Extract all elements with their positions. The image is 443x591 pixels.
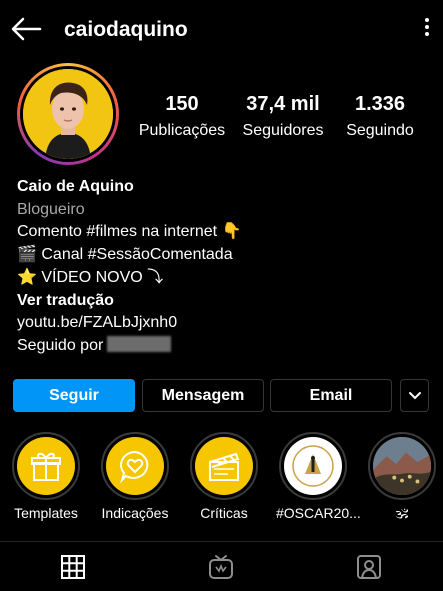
profile-username: caiodaquino xyxy=(64,18,188,41)
bio-line-3: ⭐ VÍDEO NOVO ⤵ xyxy=(17,268,164,286)
oscar-icon xyxy=(292,445,334,487)
following-label: Seguindo xyxy=(346,122,414,139)
highlight-photo[interactable]: 🕉 xyxy=(365,432,439,522)
follow-button[interactable]: Seguir xyxy=(13,379,135,412)
avatar[interactable] xyxy=(17,63,119,165)
bio-link[interactable]: youtu.be/FZALbJjxnh0 xyxy=(17,312,241,335)
photo-thumbnail xyxy=(373,437,431,495)
highlight-templates[interactable]: Templates xyxy=(9,432,83,521)
highlight-label: Críticas xyxy=(200,505,248,521)
stat-followers[interactable]: 37,4 mil Seguidores xyxy=(236,93,330,140)
heart-chat-icon xyxy=(120,450,149,483)
clapperboard-icon xyxy=(209,452,240,481)
top-bar: caiodaquino xyxy=(0,0,443,58)
blurred-names xyxy=(107,335,172,352)
message-button[interactable]: Mensagem xyxy=(142,379,264,412)
highlight-label: #OSCAR20... xyxy=(276,505,361,521)
followers-count: 37,4 mil xyxy=(246,93,320,115)
following-count: 1.336 xyxy=(354,93,406,115)
profile-category: Blogueiro xyxy=(17,200,85,218)
bio-line-1: Comento #filmes na internet 👇 xyxy=(17,223,242,241)
highlight-indicacoes[interactable]: Indicações xyxy=(98,432,172,521)
grid-icon[interactable] xyxy=(60,554,86,580)
stat-posts[interactable]: 150 Publicações xyxy=(136,93,228,140)
stat-following[interactable]: 1.336 Seguindo xyxy=(340,93,420,140)
profile-bio: Caio de Aquino Blogueiro Comento #filmes… xyxy=(17,176,241,358)
posts-count: 150 xyxy=(165,93,199,115)
followers-label: Seguidores xyxy=(242,122,324,139)
profile-photo xyxy=(23,69,113,159)
back-arrow-icon[interactable] xyxy=(10,15,42,43)
followed-by-label: Seguido por xyxy=(17,336,104,354)
more-options-icon[interactable] xyxy=(423,18,431,42)
gift-icon xyxy=(31,452,61,481)
tagged-icon[interactable] xyxy=(356,554,382,580)
posts-label: Publicações xyxy=(138,122,226,139)
see-translation-link[interactable]: Ver tradução xyxy=(17,290,241,313)
followed-by[interactable]: Seguido por xyxy=(17,335,241,358)
highlight-label: Templates xyxy=(14,505,78,521)
profile-name: Caio de Aquino xyxy=(17,178,134,195)
bio-line-2: 🎬 Canal #SessãoComentada xyxy=(17,246,233,264)
email-button[interactable]: Email xyxy=(270,379,392,412)
igtv-icon[interactable] xyxy=(208,554,234,580)
suggested-accounts-button[interactable] xyxy=(400,379,429,412)
highlight-label: Indicações xyxy=(101,505,169,521)
highlight-criticas[interactable]: Críticas xyxy=(187,432,261,521)
highlight-label: 🕉 xyxy=(395,505,409,521)
chevron-down-icon xyxy=(408,391,421,399)
profile-tabs xyxy=(0,541,443,591)
highlight-oscar[interactable]: #OSCAR20... xyxy=(276,432,361,521)
